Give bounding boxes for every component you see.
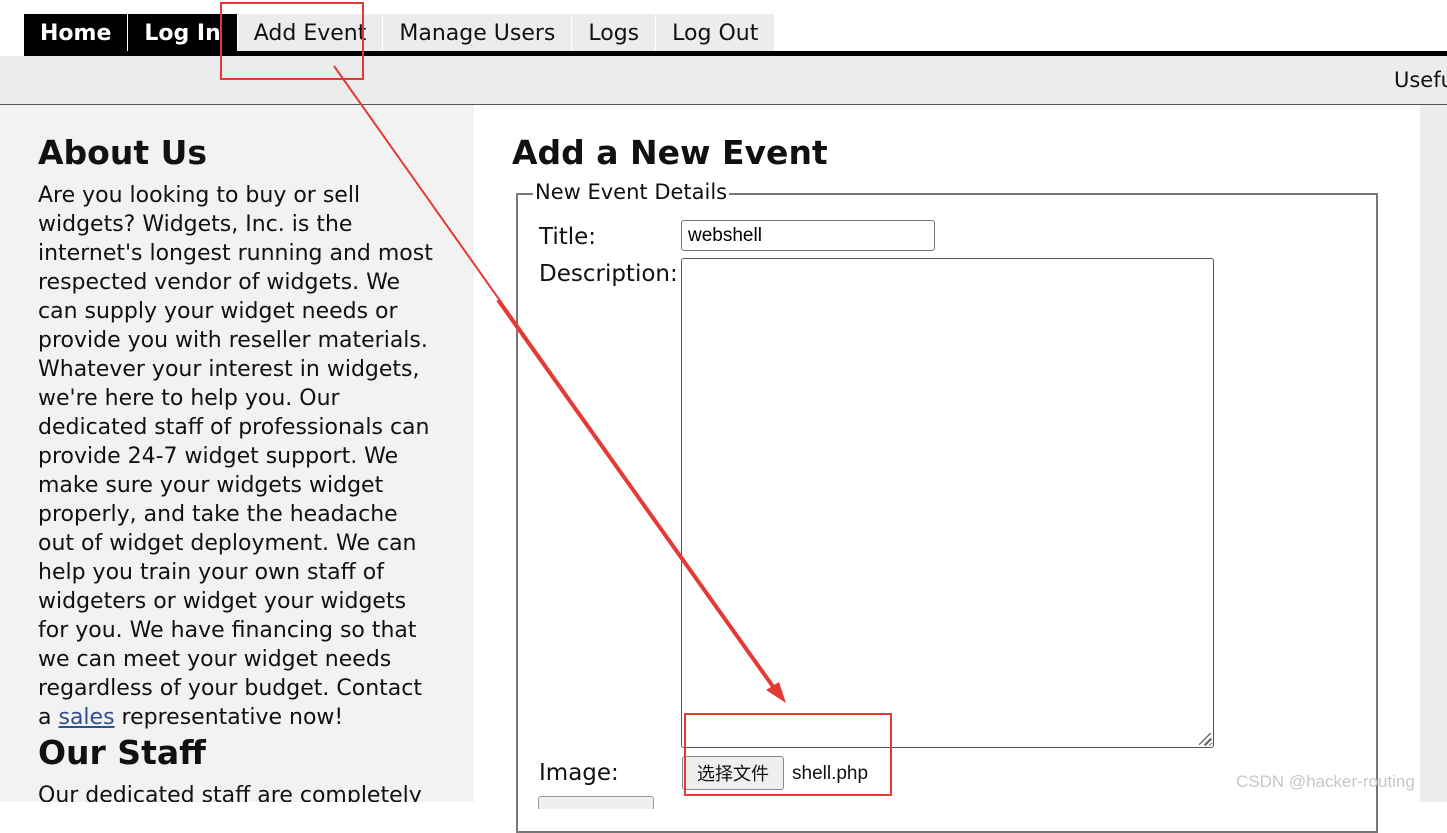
title-input[interactable] [681,220,935,251]
annotation-box-file-upload [684,713,892,796]
nav-manage-users[interactable]: Manage Users [383,14,573,52]
our-staff-heading: Our Staff [38,733,206,772]
sub-header-bar: Usefu [0,56,1447,105]
sales-link[interactable]: sales [58,705,114,730]
description-textarea[interactable] [681,258,1214,748]
page-scroll-strip[interactable] [1420,105,1447,802]
title-label: Title: [539,224,597,250]
about-text-end: representative now! [114,705,344,730]
top-nav: Home Log In Add Event Manage Users Logs … [24,14,776,52]
image-label: Image: [539,760,619,786]
page-title: Add a New Event [512,133,828,172]
our-staff-text: Our dedicated staff are completely [38,783,422,802]
resize-handle-icon[interactable] [1199,733,1211,745]
fieldset-legend: New Event Details [533,180,730,204]
watermark: CSDN @hacker-routing [1236,772,1415,791]
about-us-text: Are you looking to buy or sell widgets? … [38,181,438,732]
description-label: Description: [539,261,678,287]
sidebar: About Us Are you looking to buy or sell … [0,105,474,802]
about-text: Are you looking to buy or sell widgets? … [38,183,433,730]
submit-button[interactable] [538,796,654,809]
sub-header-text: Usefu [1394,68,1447,92]
about-us-heading: About Us [38,133,208,172]
nav-log-out[interactable]: Log Out [656,14,776,52]
nav-logs[interactable]: Logs [572,14,657,52]
nav-home[interactable]: Home [24,14,129,52]
annotation-box-add-event [220,2,364,80]
